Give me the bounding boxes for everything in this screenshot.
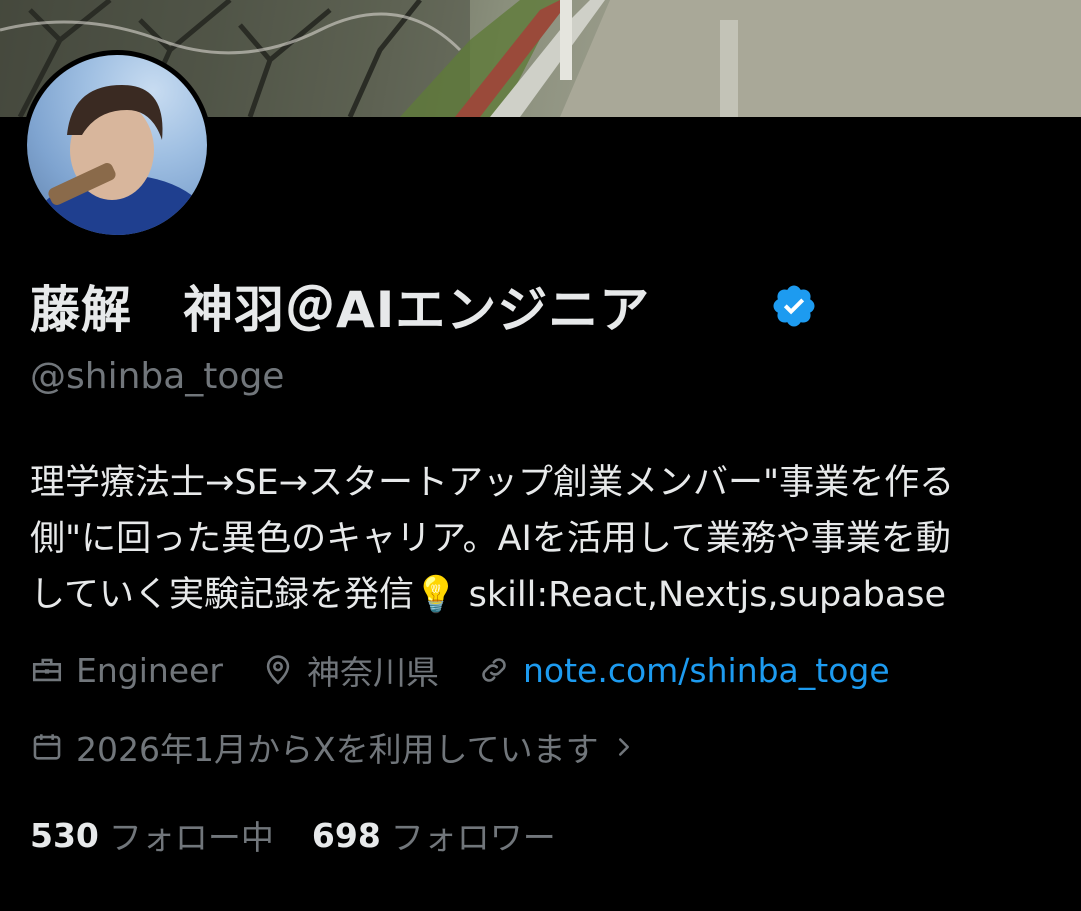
briefcase-icon (32, 658, 62, 682)
link-icon (482, 658, 506, 682)
joined-text: 2026年1月からXを利用しています (76, 730, 599, 769)
profession-text: Engineer (76, 650, 223, 690)
followers-count: 698 (311, 815, 381, 855)
location-text: 神奈川県 (306, 653, 439, 692)
profile-bio: 理学療法士→SE→スタートアップ創業メンバー"事業を作る 側"に回った異色のキャ… (30, 455, 1081, 623)
bio-line: 理学療法士→SE→スタートアップ創業メンバー"事業を作る (30, 463, 955, 503)
bio-line: 側"に回った異色のキャリア。AIを活用して業務や事業を動 (30, 519, 951, 559)
followers-link[interactable]: 698 フォロワー (312, 811, 556, 859)
joined-date[interactable]: 2026年1月からXを利用しています (30, 722, 635, 772)
avatar-photo (27, 55, 207, 235)
followers-label: フォロワー (390, 818, 556, 857)
map-pin-icon (266, 655, 290, 685)
profile-avatar[interactable] (22, 50, 212, 240)
website-item[interactable]: note.com/shinba_toge (477, 651, 890, 690)
bio-line: していく実験記録を発信💡 skill:React,Nextjs,supabase (30, 575, 947, 615)
chevron-right-icon[interactable] (613, 732, 635, 762)
following-link[interactable]: 530 フォロー中 (30, 811, 274, 859)
profession-item: Engineer (30, 651, 223, 690)
following-count: 530 (30, 815, 99, 855)
location-item: 神奈川県 (261, 646, 439, 694)
following-label: フォロー中 (108, 818, 274, 857)
follow-stats: 530 フォロー中 698 フォロワー (30, 810, 594, 860)
profile-meta: Engineer 神奈川県 note.com/shinba_toge (30, 645, 928, 695)
profile-handle: @shinba_toge (30, 356, 285, 397)
display-name: 藤解 神羽＠AIエンジニア (30, 281, 651, 339)
verified-badge-icon[interactable] (770, 282, 818, 330)
calendar-icon (33, 734, 61, 760)
website-link[interactable]: note.com/shinba_toge (523, 651, 890, 690)
